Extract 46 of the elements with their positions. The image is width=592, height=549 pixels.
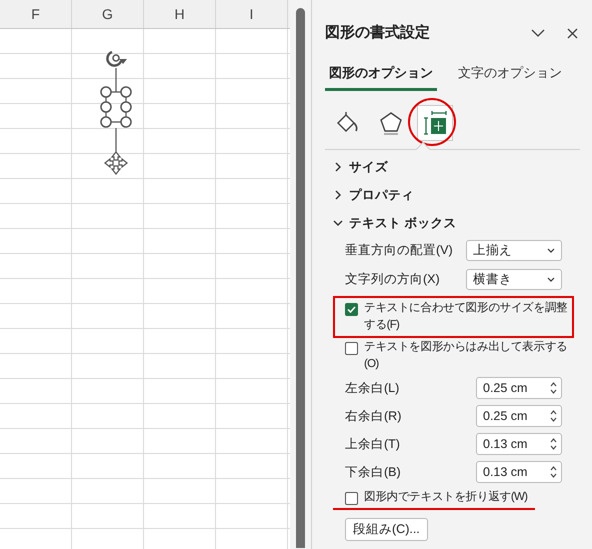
column-header[interactable]: I (216, 0, 288, 28)
checkbox[interactable] (345, 303, 358, 316)
check-icon (347, 305, 356, 314)
columns-button[interactable]: 段組み(C)... (345, 518, 428, 541)
checkbox[interactable] (345, 342, 358, 355)
spinner-icon (550, 409, 557, 423)
pentagon-icon (378, 110, 404, 136)
spinner-icon (550, 465, 557, 479)
field-label: 上余白(T) (345, 436, 400, 453)
panel-title: 図形の書式設定 (325, 23, 431, 43)
size-layout-icon (422, 110, 448, 136)
spin-field[interactable]: 0.25 cm (476, 377, 562, 399)
field-label: 左余白(L) (345, 380, 400, 397)
section-label: テキスト ボックス (349, 214, 456, 232)
dropdown-field[interactable]: 横書き (466, 269, 562, 290)
spin-field[interactable]: 0.13 cm (476, 433, 562, 455)
section-header[interactable]: プロパティ (333, 186, 582, 204)
chevron-down-icon (547, 248, 555, 254)
section-label: プロパティ (349, 186, 414, 204)
checkbox-label: 図形内でテキストを折り返す(W) (364, 490, 528, 505)
field-label: 右余白(R) (345, 408, 402, 425)
field-label: 垂直方向の配置(V) (345, 242, 453, 260)
spin-field[interactable]: 0.25 cm (476, 405, 562, 427)
chevron-down-icon (333, 218, 343, 228)
checkbox[interactable] (345, 492, 358, 505)
checkbox-label: テキストを図形からはみ出して表示する(O) (364, 340, 568, 372)
section-label: サイズ (349, 158, 388, 176)
icon-tab[interactable] (417, 105, 453, 141)
tab[interactable]: 文字のオプション (454, 62, 566, 91)
chevron-down-icon (547, 276, 555, 282)
chevron-right-icon (333, 162, 343, 172)
column-header[interactable]: F (0, 0, 72, 28)
field-label: 文字列の方向(X) (345, 271, 440, 288)
section-header[interactable]: サイズ (333, 158, 582, 176)
spinner-icon (550, 381, 557, 395)
section-header[interactable]: テキスト ボックス (333, 214, 582, 232)
tab[interactable]: 図形のオプション (325, 62, 437, 91)
column-header[interactable]: G (72, 0, 144, 28)
field-label: 下余白(B) (345, 464, 401, 481)
chevron-right-icon (333, 190, 343, 200)
scrollbar-thumb[interactable] (296, 8, 305, 548)
dropdown-field[interactable]: 上揃え (466, 240, 562, 261)
spin-field[interactable]: 0.13 cm (476, 461, 562, 483)
spinner-icon (550, 437, 557, 451)
column-header[interactable]: H (144, 0, 216, 28)
checkbox-label: テキストに合わせて図形のサイズを調整する(F) (364, 300, 568, 333)
